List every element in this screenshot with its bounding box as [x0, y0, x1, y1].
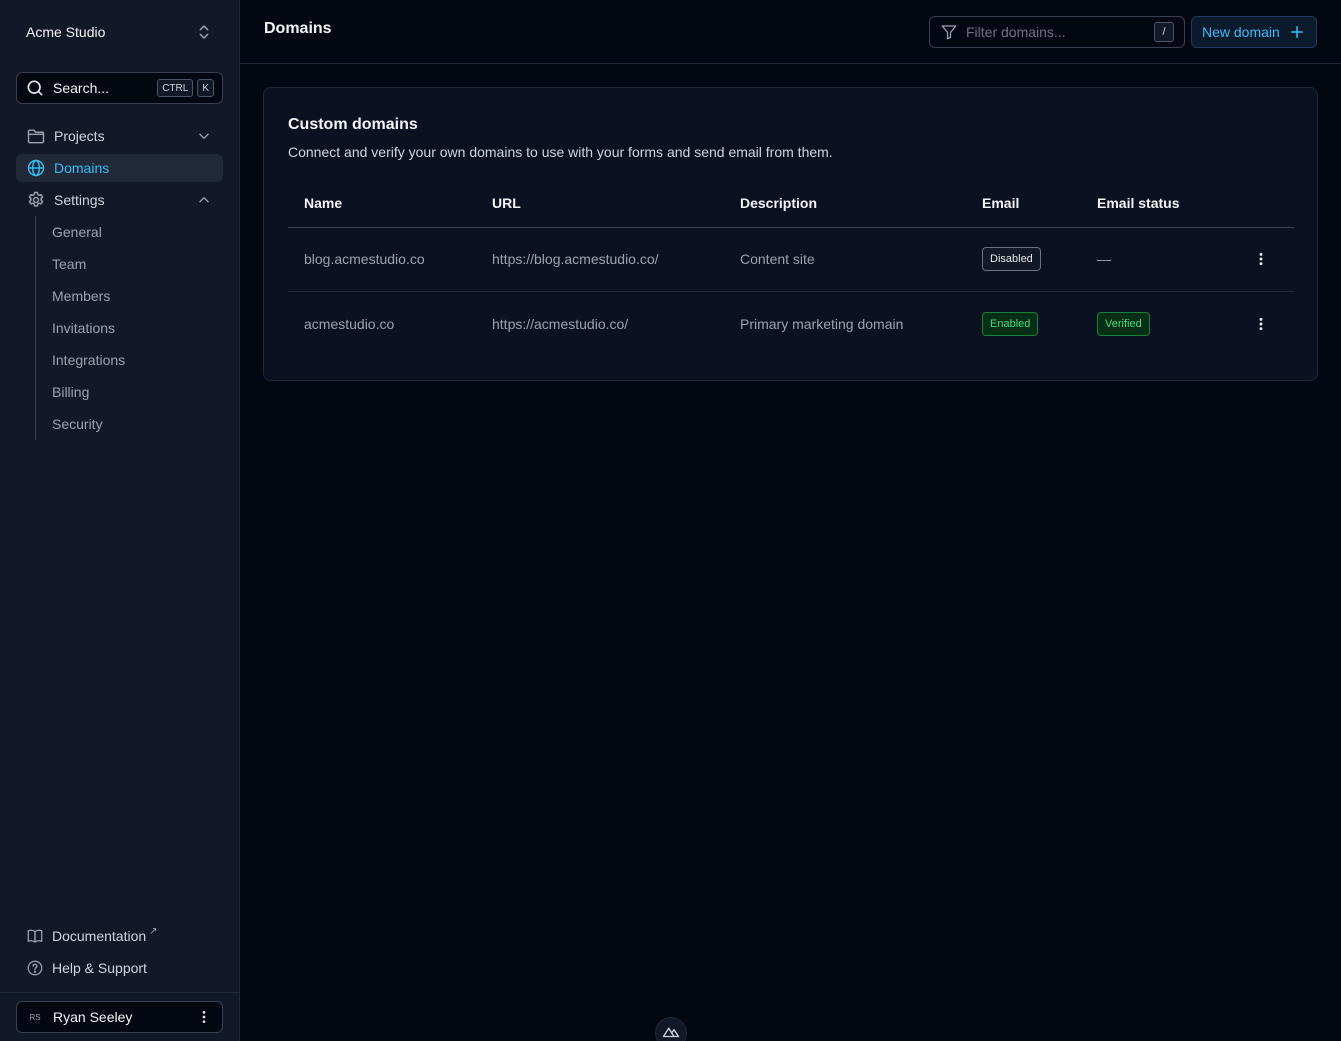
cell-description: Primary marketing domain — [740, 316, 904, 332]
sidebar: Acme Studio Search... CTRL K Projects Do… — [0, 0, 240, 1041]
table-header-divider — [288, 227, 1294, 228]
kbd-k: K — [197, 79, 214, 97]
cell-url: https://blog.acmestudio.co/ — [492, 251, 659, 267]
sidebar-divider — [0, 992, 239, 993]
column-header-name: Name — [304, 195, 343, 211]
card-title: Custom domains — [288, 116, 418, 133]
subnav-item-integrations[interactable]: Integrations — [52, 344, 125, 376]
external-link-icon: ↗ — [149, 925, 158, 937]
custom-domains-card: Custom domains Connect and verify your o… — [263, 87, 1318, 381]
topbar: Domains / New domain — [240, 0, 1341, 64]
column-header-email-status: Email status — [1097, 195, 1180, 211]
subnav-item-members[interactable]: Members — [52, 280, 110, 312]
cell-email-status: — — [1097, 251, 1111, 267]
help-circle-icon — [27, 960, 43, 976]
avatar: RS — [29, 1012, 41, 1022]
more-vertical-icon — [202, 1011, 206, 1023]
sidebar-item-label: Settings — [54, 192, 105, 208]
user-name: Ryan Seeley — [53, 1009, 133, 1025]
plus-icon — [1291, 26, 1303, 38]
subnav-item-team[interactable]: Team — [52, 248, 86, 280]
more-vertical-icon — [1259, 317, 1263, 331]
column-header-description: Description — [740, 195, 818, 211]
book-icon — [27, 929, 43, 943]
user-menu-button[interactable]: RS Ryan Seeley — [16, 1001, 223, 1033]
gear-icon — [28, 191, 44, 207]
cell-description: Content site — [740, 251, 815, 267]
new-domain-button[interactable]: New domain — [1191, 16, 1317, 48]
cell-name: acmestudio.co — [304, 316, 395, 332]
search-icon — [27, 80, 43, 96]
sidebar-item-domains[interactable]: Domains — [16, 154, 223, 182]
filter-field[interactable]: / — [929, 16, 1185, 48]
sidebar-item-projects[interactable]: Projects — [16, 122, 223, 150]
team-name: Acme Studio — [26, 24, 106, 40]
help-support-link[interactable]: Help & Support — [26, 956, 147, 980]
cell-name: blog.acmestudio.co — [304, 251, 425, 267]
chevron-up-down-icon — [199, 25, 209, 39]
settings-subnav: General Team Members Invitations Integra… — [35, 216, 223, 440]
subnav-item-billing[interactable]: Billing — [52, 376, 89, 408]
chevron-down-icon — [199, 133, 209, 139]
column-header-url: URL — [492, 195, 521, 211]
team-switcher[interactable]: Acme Studio — [16, 16, 223, 48]
email-status-badge: Disabled — [982, 247, 1041, 271]
subnav-item-invitations[interactable]: Invitations — [52, 312, 115, 344]
search-button[interactable]: Search... CTRL K — [16, 72, 223, 104]
row-actions-button[interactable] — [1249, 247, 1273, 271]
search-label: Search... — [53, 80, 110, 96]
folder-icon — [27, 129, 45, 144]
email-status-badge: Enabled — [982, 312, 1039, 336]
new-domain-label: New domain — [1202, 24, 1280, 40]
subnav-item-general[interactable]: General — [52, 216, 102, 248]
more-vertical-icon — [1259, 252, 1263, 266]
cell-url: https://acmestudio.co/ — [492, 316, 629, 332]
devtools-toggle[interactable] — [655, 1017, 687, 1041]
column-header-email: Email — [982, 195, 1020, 211]
row-divider — [288, 291, 1294, 292]
kbd-slash: / — [1154, 22, 1174, 42]
card-description: Connect and verify your own domains to u… — [288, 144, 833, 160]
chevron-up-icon — [199, 197, 209, 203]
sidebar-item-settings[interactable]: Settings — [16, 186, 223, 214]
filter-icon — [941, 25, 957, 40]
page-title: Domains — [264, 20, 332, 37]
sidebar-item-label: Projects — [54, 128, 105, 144]
row-actions-button[interactable] — [1249, 312, 1273, 336]
sidebar-item-label: Domains — [54, 160, 110, 176]
app-root: Acme Studio Search... CTRL K Projects Do… — [0, 0, 1341, 1041]
filter-input[interactable] — [966, 24, 1148, 40]
mountain-logo-icon — [662, 1027, 680, 1038]
documentation-label: Documentation — [52, 928, 147, 944]
subnav-item-security[interactable]: Security — [52, 408, 103, 440]
help-support-label: Help & Support — [52, 960, 147, 976]
kbd-ctrl: CTRL — [157, 79, 194, 97]
globe-icon — [27, 159, 45, 177]
documentation-link[interactable]: Documentation ↗ — [26, 924, 158, 948]
verified-badge: Verified — [1097, 312, 1150, 336]
